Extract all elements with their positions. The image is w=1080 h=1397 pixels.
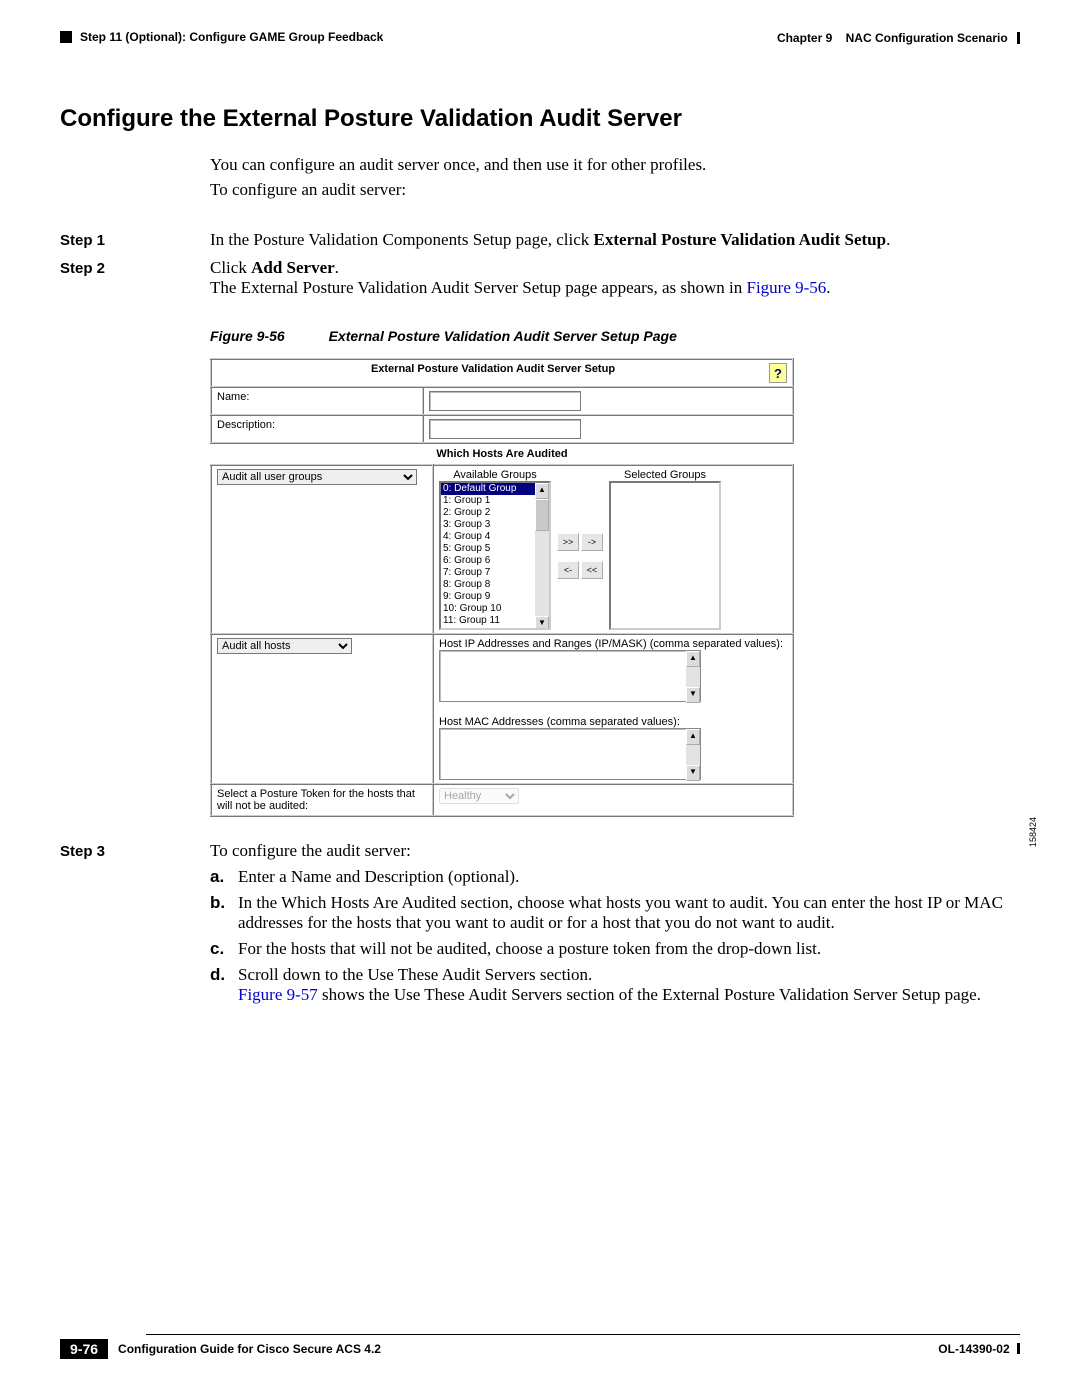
step3-label: Step 3 [60,841,210,1011]
scroll-down-icon[interactable]: ▼ [535,616,549,630]
list-item[interactable]: 5: Group 5 [441,543,549,555]
intro-line-1: You can configure an audit server once, … [210,153,1020,178]
page-footer: 9-76 Configuration Guide for Cisco Secur… [60,1334,1020,1359]
step3a: Enter a Name and Description (optional). [238,867,519,887]
header-chapter-title: NAC Configuration Scenario [846,31,1008,45]
intro-line-2: To configure an audit server: [210,178,1020,203]
list-item[interactable]: 4: Group 4 [441,531,549,543]
embedded-screenshot: External Posture Validation Audit Server… [210,358,794,817]
step3d: Scroll down to the Use These Audit Serve… [238,965,981,1005]
footer-guide: Configuration Guide for Cisco Secure ACS… [118,1342,381,1356]
add-all-button[interactable]: >> [557,533,579,551]
remove-all-button[interactable]: << [581,561,603,579]
step2-body: Click Add Server. The External Posture V… [210,258,1020,298]
list-item[interactable]: 1: Group 1 [441,495,549,507]
scroll-up-icon[interactable]: ▲ [686,729,700,745]
list-item[interactable]: 6: Group 6 [441,555,549,567]
footer-bar-icon [1017,1343,1020,1354]
figure-9-56-link[interactable]: Figure 9-56 [747,278,827,297]
header-square-icon [60,31,72,43]
remove-one-button[interactable]: <- [557,561,579,579]
figure-caption: Figure 9-56 External Posture Validation … [210,328,1020,344]
list-item[interactable]: 12: Group 12 [441,627,549,630]
scroll-thumb[interactable] [535,499,549,531]
list-item[interactable]: 0: Default Group [441,483,549,495]
section-title: Configure the External Posture Validatio… [60,105,1020,133]
scrollbar[interactable]: ▲ ▼ [535,483,549,628]
name-input[interactable] [429,391,581,411]
step2-label: Step 2 [60,258,210,298]
page-header: Step 11 (Optional): Configure GAME Group… [60,30,1020,45]
audit-hosts-select[interactable]: Audit all hosts [217,638,352,654]
help-icon[interactable]: ? [769,363,787,383]
token-label: Select a Posture Token for the hosts tha… [217,788,415,812]
step3c: For the hosts that will not be audited, … [238,939,821,959]
step3b: In the Which Hosts Are Audited section, … [238,893,1020,933]
add-one-button[interactable]: -> [581,533,603,551]
header-left-text: Step 11 (Optional): Configure GAME Group… [80,30,383,44]
posture-token-select[interactable]: Healthy [439,788,519,804]
figure-9-57-link[interactable]: Figure 9-57 [238,985,318,1004]
ip-textarea[interactable]: ▲▼ [439,650,701,702]
which-hosts-title: Which Hosts Are Audited [210,444,794,464]
list-item[interactable]: 11: Group 11 [441,615,549,627]
footer-doc-id: OL-14390-02 [938,1342,1009,1356]
list-item[interactable]: 7: Group 7 [441,567,549,579]
mac-label: Host MAC Addresses (comma separated valu… [439,716,787,728]
scroll-down-icon[interactable]: ▼ [686,765,700,781]
header-chapter: Chapter 9 [777,31,832,45]
panel-title: External Posture Validation Audit Server… [371,363,615,375]
name-label: Name: [217,391,249,403]
step1-body: In the Posture Validation Components Set… [210,230,1020,250]
page-number: 9-76 [60,1339,108,1359]
ip-label: Host IP Addresses and Ranges (IP/MASK) (… [439,638,787,650]
selected-groups-label: Selected Groups [609,469,721,481]
list-item[interactable]: 10: Group 10 [441,603,549,615]
step1-label: Step 1 [60,230,210,250]
selected-groups-listbox[interactable] [609,481,721,630]
scroll-down-icon[interactable]: ▼ [686,687,700,703]
image-id: 158424 [1028,817,1038,847]
available-groups-listbox[interactable]: 0: Default Group1: Group 12: Group 23: G… [439,481,551,630]
list-item[interactable]: 8: Group 8 [441,579,549,591]
list-item[interactable]: 2: Group 2 [441,507,549,519]
audit-groups-select[interactable]: Audit all user groups [217,469,417,485]
scroll-up-icon[interactable]: ▲ [535,483,549,499]
description-input[interactable] [429,419,581,439]
list-item[interactable]: 9: Group 9 [441,591,549,603]
list-item[interactable]: 3: Group 3 [441,519,549,531]
scroll-up-icon[interactable]: ▲ [686,651,700,667]
description-label: Description: [217,419,275,431]
step3-intro: To configure the audit server: [210,841,1020,861]
header-bar-icon [1017,32,1020,44]
mac-textarea[interactable]: ▲▼ [439,728,701,780]
available-groups-label: Available Groups [439,469,551,481]
